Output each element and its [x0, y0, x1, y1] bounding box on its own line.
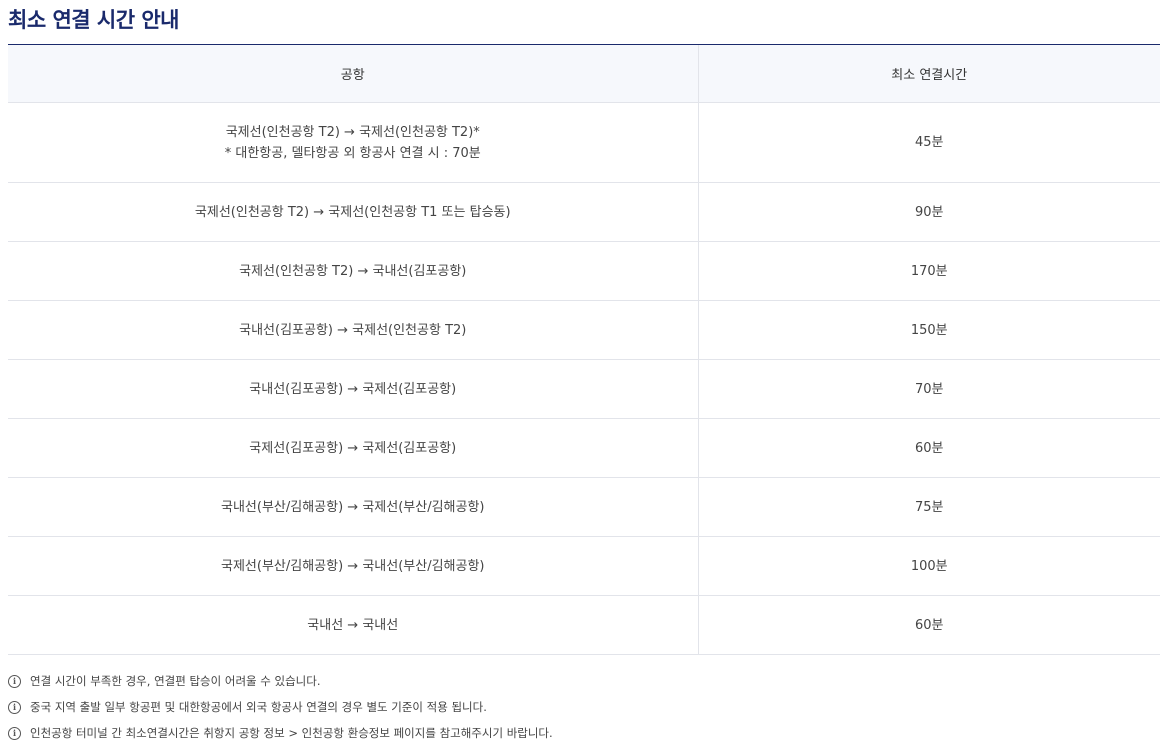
page-title: 최소 연결 시간 안내 — [8, 8, 180, 32]
table-row: 국제선(인천공항 T2) → 국내선(김포공항) 170분 — [8, 241, 1160, 301]
route-cell: 국내선(김포공항) → 국제선(김포공항) — [8, 359, 699, 419]
table-row: 국내선(김포공항) → 국제선(인천공항 T2) 150분 — [8, 300, 1160, 360]
table-row: 국제선(김포공항) → 국제선(김포공항) 60분 — [8, 418, 1160, 478]
route-cell: 국제선(인천공항 T2) → 국제선(인천공항 T1 또는 탑승동) — [8, 182, 699, 242]
time-cell: 70분 — [698, 359, 1160, 419]
list-item: i 중국 지역 출발 일부 항공편 및 대한항공에서 외국 항공사 연결의 경우… — [8, 694, 553, 720]
route-cell: 국제선(김포공항) → 국제선(김포공항) — [8, 418, 699, 478]
time-cell: 170분 — [698, 241, 1160, 301]
route-cell: 국내선(부산/김해공항) → 국제선(부산/김해공항) — [8, 477, 699, 537]
info-icon: i — [8, 726, 21, 740]
list-item: i 연결 시간이 부족한 경우, 연결편 탑승이 어려울 수 있습니다. — [8, 668, 553, 694]
connection-time-table: 공항 최소 연결시간 국제선(인천공항 T2) → 국제선(인천공항 T2)* … — [8, 45, 1160, 655]
route-note-text: * 대한항공, 델타항공 외 항공사 연결 시 : 70분 — [224, 145, 481, 161]
table-row: 국내선(김포공항) → 국제선(김포공항) 70분 — [8, 359, 1160, 419]
time-cell: 75분 — [698, 477, 1160, 537]
column-header-airport: 공항 — [8, 45, 699, 103]
info-icon: i — [8, 674, 21, 688]
time-cell: 150분 — [698, 300, 1160, 360]
list-item: i 인천공항 터미널 간 최소연결시간은 취항지 공항 정보 > 인천공항 환승… — [8, 720, 553, 746]
note-text: 연결 시간이 부족한 경우, 연결편 탑승이 어려울 수 있습니다. — [30, 674, 321, 688]
table-row: 국제선(인천공항 T2) → 국제선(인천공항 T2)* * 대한항공, 델타항… — [8, 102, 1160, 183]
table-row: 국제선(인천공항 T2) → 국제선(인천공항 T1 또는 탑승동) 90분 — [8, 182, 1160, 242]
notes-list: i 연결 시간이 부족한 경우, 연결편 탑승이 어려울 수 있습니다. i 중… — [8, 668, 553, 746]
info-icon: i — [8, 700, 21, 714]
time-cell: 90분 — [698, 182, 1160, 242]
route-cell: 국제선(인천공항 T2) → 국제선(인천공항 T2)* * 대한항공, 델타항… — [8, 102, 699, 183]
note-text: 인천공항 터미널 간 최소연결시간은 취항지 공항 정보 > 인천공항 환승정보… — [30, 726, 553, 740]
route-cell: 국제선(인천공항 T2) → 국내선(김포공항) — [8, 241, 699, 301]
time-cell: 100분 — [698, 536, 1160, 596]
route-cell: 국내선 → 국내선 — [8, 595, 699, 655]
table-header-row: 공항 최소 연결시간 — [8, 45, 1160, 103]
table-row: 국제선(부산/김해공항) → 국내선(부산/김해공항) 100분 — [8, 536, 1160, 596]
connection-time-table-wrapper: 공항 최소 연결시간 국제선(인천공항 T2) → 국제선(인천공항 T2)* … — [8, 44, 1160, 655]
column-header-min-connection-time: 최소 연결시간 — [698, 45, 1160, 103]
time-cell: 60분 — [698, 418, 1160, 478]
time-cell: 45분 — [698, 102, 1160, 183]
route-cell: 국내선(김포공항) → 국제선(인천공항 T2) — [8, 300, 699, 360]
route-cell: 국제선(부산/김해공항) → 국내선(부산/김해공항) — [8, 536, 699, 596]
table-row: 국내선(부산/김해공항) → 국제선(부산/김해공항) 75분 — [8, 477, 1160, 537]
note-text: 중국 지역 출발 일부 항공편 및 대한항공에서 외국 항공사 연결의 경우 별… — [30, 700, 487, 714]
time-cell: 60분 — [698, 595, 1160, 655]
table-row: 국내선 → 국내선 60분 — [8, 595, 1160, 655]
route-text: 국제선(인천공항 T2) → 국제선(인천공항 T2)* — [225, 124, 480, 140]
